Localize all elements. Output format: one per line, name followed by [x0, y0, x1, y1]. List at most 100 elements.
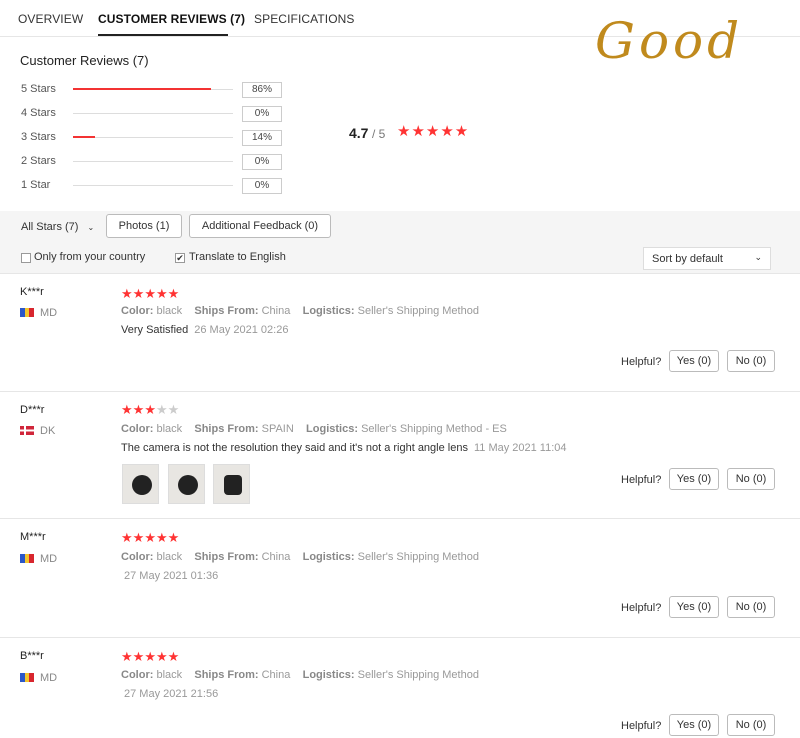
review-item: D***r DK ★★★★★ Color: black Ships From: … — [0, 392, 800, 519]
review-ships-from: SPAIN — [261, 423, 294, 435]
review-item: M***r MD ★★★★★ Color: black Ships From: … — [0, 519, 800, 638]
rating-bar-percent: 0% — [242, 178, 282, 194]
rating-bar-5[interactable]: 5 Stars 86% — [0, 82, 300, 98]
review-ships-from: China — [261, 551, 291, 563]
star-icon: ★ — [144, 530, 156, 545]
rating-bar-label: 2 Stars — [21, 155, 56, 167]
star-icon: ★ — [144, 649, 156, 664]
review-product-meta: Color: black Ships From: China Logistics… — [121, 669, 479, 681]
good-watermark: Good — [595, 12, 744, 70]
reviewer-name: B***r — [20, 650, 44, 662]
all-stars-label: All Stars (7) — [21, 221, 79, 233]
review-logistics: Seller's Shipping Method - ES — [361, 423, 507, 435]
helpful-yes-button[interactable]: Yes (0) — [669, 596, 719, 618]
review-body: The camera is not the resolution they sa… — [121, 442, 567, 454]
review-text: The camera is not the resolution they sa… — [121, 442, 468, 454]
reviewer-name: D***r — [20, 404, 45, 416]
helpful-no-button[interactable]: No (0) — [727, 350, 775, 372]
review-photo-thumbnail[interactable] — [122, 464, 159, 504]
review-color: black — [156, 551, 183, 563]
active-tab-underline — [98, 34, 228, 36]
sort-dropdown[interactable]: Sort by default ⌄ — [643, 247, 771, 270]
average-rating-max: / 5 — [372, 127, 386, 141]
star-icon: ★ — [155, 286, 168, 301]
rating-bar-track — [73, 113, 233, 114]
review-logistics: Seller's Shipping Method — [357, 669, 479, 681]
sort-dropdown-label: Sort by default — [652, 253, 723, 265]
review-star-rating: ★★★★★ — [121, 402, 179, 418]
review-date: 27 May 2021 01:36 — [124, 570, 219, 582]
rating-bar-1[interactable]: 1 Star 0% — [0, 178, 300, 194]
review-logistics: Seller's Shipping Method — [357, 551, 479, 563]
star-icon: ★ — [144, 402, 156, 417]
star-icon: ★ — [144, 286, 156, 301]
review-photo-thumbnail[interactable] — [213, 464, 250, 504]
star-icon: ★ — [132, 286, 145, 301]
helpful-yes-button[interactable]: Yes (0) — [669, 350, 719, 372]
review-body: 27 May 2021 21:56 — [118, 688, 218, 700]
photos-filter-button[interactable]: Photos (1) — [106, 214, 182, 238]
review-filter-bar: All Stars (7) ⌄ Photos (1) Additional Fe… — [0, 211, 800, 274]
rating-bar-track — [73, 88, 233, 90]
helpful-no-button[interactable]: No (0) — [727, 714, 775, 736]
all-stars-dropdown[interactable]: All Stars (7) ⌄ — [21, 221, 94, 233]
star-icon: ★ — [132, 402, 145, 417]
star-icon: ★ — [167, 530, 180, 545]
additional-feedback-button[interactable]: Additional Feedback (0) — [189, 214, 331, 238]
summary-title: Customer Reviews (7) — [20, 53, 149, 68]
chevron-down-icon: ⌄ — [87, 223, 95, 232]
rating-bar-label: 5 Stars — [21, 83, 56, 95]
review-product-meta: Color: black Ships From: SPAIN Logistics… — [121, 423, 507, 435]
helpful-label: Helpful? — [621, 720, 662, 732]
review-color: black — [156, 669, 183, 681]
review-date: 27 May 2021 21:56 — [124, 688, 219, 700]
star-icon: ★ — [132, 530, 145, 545]
helpful-label: Helpful? — [621, 474, 662, 486]
translate-checkbox[interactable]: ✔ — [175, 253, 185, 263]
helpful-no-button[interactable]: No (0) — [727, 596, 775, 618]
rating-bar-fill — [73, 88, 211, 90]
star-icon: ★ — [121, 530, 133, 545]
review-body: Very Satisfied 26 May 2021 02:26 — [121, 324, 288, 336]
review-product-meta: Color: black Ships From: China Logistics… — [121, 551, 479, 563]
star-icon: ★ — [155, 530, 168, 545]
review-ships-from: China — [261, 305, 291, 317]
review-photo-thumbnail[interactable] — [168, 464, 205, 504]
reviewer-country: MD — [40, 672, 58, 684]
helpful-label: Helpful? — [621, 602, 662, 614]
rating-bar-3[interactable]: 3 Stars 14% — [0, 130, 300, 146]
translate-label: Translate to English — [189, 251, 286, 263]
flag-dk-icon — [20, 426, 34, 435]
reviewer-country: MD — [40, 553, 58, 565]
review-color: black — [156, 423, 183, 435]
tab-specifications[interactable]: SPECIFICATIONS — [254, 12, 355, 26]
rating-bar-4[interactable]: 4 Stars 0% — [0, 106, 300, 122]
rating-bar-percent: 0% — [242, 106, 282, 122]
reviewer-country: DK — [40, 425, 56, 437]
rating-bar-label: 3 Stars — [21, 131, 56, 143]
only-country-checkbox[interactable] — [21, 253, 31, 263]
rating-bar-fill — [73, 136, 96, 138]
review-color: black — [156, 305, 183, 317]
star-icon: ★ — [121, 402, 133, 417]
review-body: 27 May 2021 01:36 — [118, 570, 218, 582]
star-icon: ★ — [167, 402, 180, 417]
star-icon: ★ — [155, 402, 168, 417]
rating-bar-2[interactable]: 2 Stars 0% — [0, 154, 300, 170]
star-icon: ★ — [155, 649, 168, 664]
star-icon: ★ — [167, 286, 180, 301]
tab-customer-reviews[interactable]: CUSTOMER REVIEWS (7) — [98, 12, 245, 26]
helpful-yes-button[interactable]: Yes (0) — [669, 714, 719, 736]
average-rating: 4.7 — [349, 125, 369, 141]
helpful-no-button[interactable]: No (0) — [727, 468, 775, 490]
reviewer-name: K***r — [20, 286, 44, 298]
helpful-yes-button[interactable]: Yes (0) — [669, 468, 719, 490]
chevron-down-icon: ⌄ — [754, 252, 762, 262]
tab-overview[interactable]: OVERVIEW — [18, 12, 83, 26]
star-icon: ★ — [121, 286, 133, 301]
reviewer-name: M***r — [20, 531, 46, 543]
rating-bar-track — [73, 161, 233, 162]
flag-md-icon — [20, 308, 34, 317]
rating-bar-percent: 14% — [242, 130, 282, 146]
rating-bar-percent: 0% — [242, 154, 282, 170]
